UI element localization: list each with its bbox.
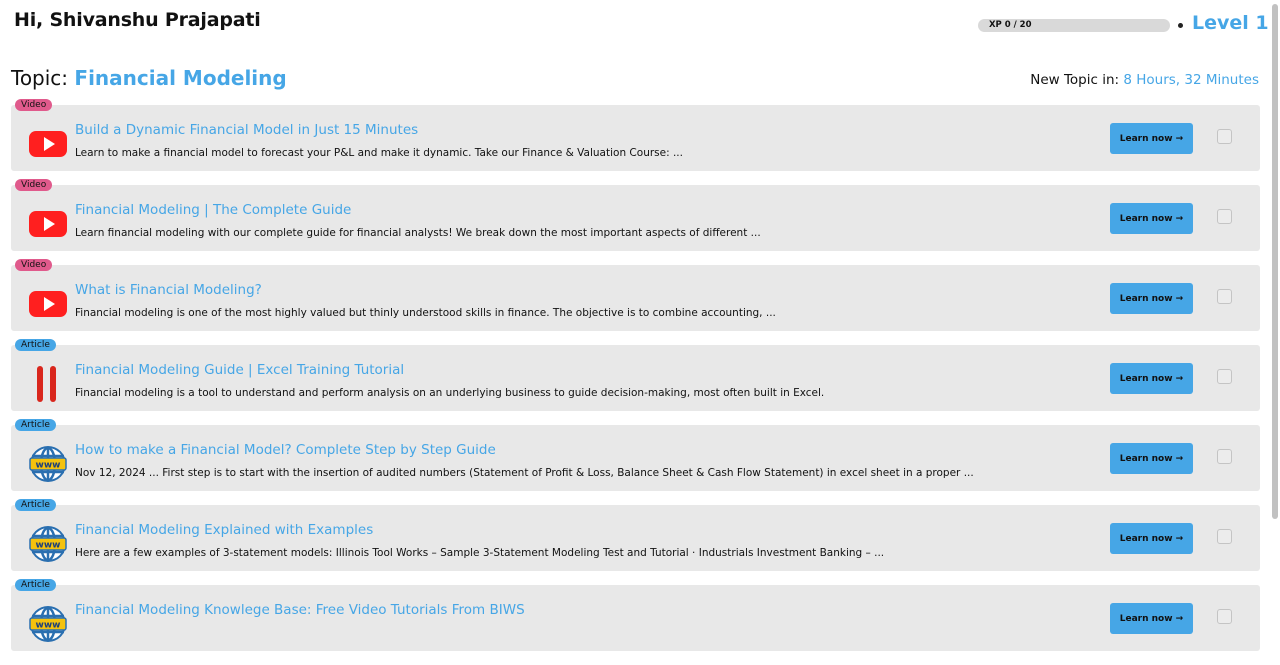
svg-text:www: www (36, 621, 61, 631)
new-topic-value: 8 Hours, 32 Minutes (1123, 72, 1259, 88)
resource-title-link[interactable]: Financial Modeling | The Complete Guide (75, 202, 351, 218)
resource-description: Learn financial modeling with our comple… (75, 227, 761, 239)
www-globe-icon: www (28, 524, 68, 564)
resource-description: Learn to make a financial model to forec… (75, 147, 683, 159)
resource-card: Article www Financial Modeling Knowlege Ba… (11, 579, 1260, 651)
resource-description: Financial modeling is a tool to understa… (75, 387, 825, 399)
resource-card: Article Financial Modeling Guide | Excel … (11, 339, 1260, 411)
type-badge: Video (15, 179, 53, 191)
resource-card: Video What is Financial Modeling? Financia… (11, 259, 1260, 331)
resource-list: Video Build a Dynamic Financial Model in … (11, 99, 1260, 665)
learn-now-button[interactable]: Learn now → (1110, 123, 1193, 154)
resource-card: Video Build a Dynamic Financial Model in … (11, 99, 1260, 171)
resource-card: Article www Financial Modeling Explained w… (11, 499, 1260, 571)
type-badge: Video (15, 99, 53, 111)
resource-title-link[interactable]: How to make a Financial Model? Complete … (75, 442, 496, 458)
site-logo-icon (28, 364, 68, 404)
scrollbar[interactable] (1272, 4, 1278, 519)
resource-card: Article www How to make a Financial Model?… (11, 419, 1260, 491)
separator-dot (1178, 23, 1183, 28)
resource-title-link[interactable]: Financial Modeling Explained with Exampl… (75, 522, 373, 538)
youtube-icon (28, 284, 68, 324)
resource-title-link[interactable]: Financial Modeling Guide | Excel Trainin… (75, 362, 404, 378)
resource-card: Video Financial Modeling | The Complete G… (11, 179, 1260, 251)
svg-text:www: www (36, 541, 61, 551)
learn-now-button[interactable]: Learn now → (1110, 443, 1193, 474)
type-badge: Video (15, 259, 53, 271)
topic-label: Topic: (11, 66, 69, 90)
completed-checkbox[interactable] (1217, 369, 1232, 384)
type-badge: Article (15, 419, 56, 431)
topic-heading: Topic: Financial Modeling (11, 66, 287, 90)
level-label: Level 1 (1192, 12, 1269, 34)
type-badge: Article (15, 499, 56, 511)
learn-now-button[interactable]: Learn now → (1110, 363, 1193, 394)
svg-text:www: www (36, 461, 61, 471)
topic-value: Financial Modeling (74, 66, 287, 90)
xp-progress-bar: XP 0 / 20 (978, 19, 1170, 32)
learn-now-button[interactable]: Learn now → (1110, 203, 1193, 234)
completed-checkbox[interactable] (1217, 129, 1232, 144)
resource-title-link[interactable]: Build a Dynamic Financial Model in Just … (75, 122, 418, 138)
new-topic-label: New Topic in: (1030, 72, 1120, 88)
resource-title-link[interactable]: Financial Modeling Knowlege Base: Free V… (75, 602, 525, 618)
learn-now-button[interactable]: Learn now → (1110, 603, 1193, 634)
completed-checkbox[interactable] (1217, 449, 1232, 464)
resource-description: Here are a few examples of 3-statement m… (75, 547, 885, 559)
www-globe-icon: www (28, 444, 68, 484)
xp-progress-text: XP 0 / 20 (989, 20, 1032, 30)
learn-now-button[interactable]: Learn now → (1110, 283, 1193, 314)
youtube-icon (28, 204, 68, 244)
greeting: Hi, Shivanshu Prajapati (14, 9, 261, 31)
completed-checkbox[interactable] (1217, 289, 1232, 304)
new-topic-timer: New Topic in: 8 Hours, 32 Minutes (1030, 72, 1259, 88)
type-badge: Article (15, 579, 56, 591)
www-globe-icon: www (28, 604, 68, 644)
resource-description: Financial modeling is one of the most hi… (75, 307, 776, 319)
completed-checkbox[interactable] (1217, 209, 1232, 224)
learn-now-button[interactable]: Learn now → (1110, 523, 1193, 554)
resource-description: Nov 12, 2024 ... First step is to start … (75, 467, 974, 479)
completed-checkbox[interactable] (1217, 529, 1232, 544)
type-badge: Article (15, 339, 56, 351)
resource-title-link[interactable]: What is Financial Modeling? (75, 282, 262, 298)
youtube-icon (28, 124, 68, 164)
